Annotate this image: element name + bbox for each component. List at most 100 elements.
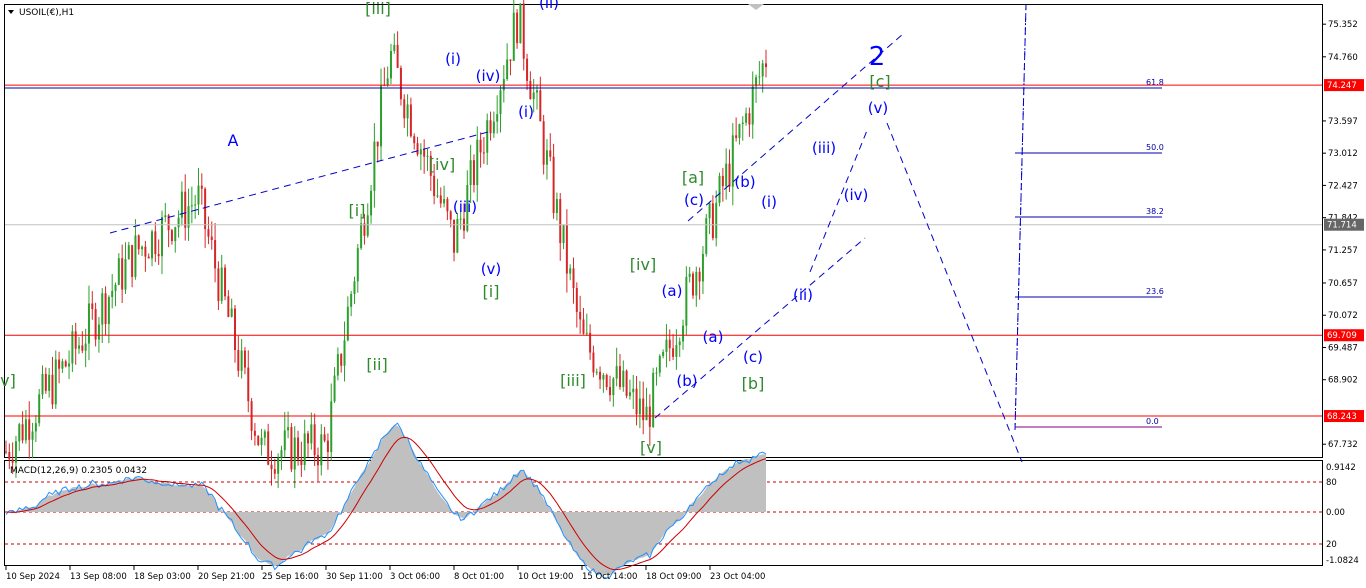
wave-label: A: [228, 131, 239, 150]
candle-body: [8, 451, 11, 460]
candle-body: [701, 253, 704, 282]
candle-body: [682, 325, 685, 342]
candle-body: [446, 199, 449, 212]
time-tick-label: 15 Oct 14:00: [582, 572, 637, 582]
wave-label: [i]: [483, 282, 500, 301]
candle-body: [678, 341, 681, 345]
wave-label: [iii]: [560, 371, 586, 390]
candle-body: [41, 373, 44, 395]
candle-body: [549, 150, 552, 157]
candle-body: [715, 202, 718, 239]
candle-body: [675, 344, 678, 357]
candle-body: [356, 248, 359, 282]
wave-label: (v): [868, 99, 889, 117]
price-tick-label: 71.257: [1328, 246, 1358, 256]
candle-body: [340, 354, 343, 366]
candle-body: [618, 366, 621, 387]
candle-body: [323, 434, 326, 441]
wave-label: [iv]: [630, 255, 656, 274]
candle-body: [522, 3, 525, 59]
time-tick-label: 30 Sep 11:00: [326, 572, 383, 582]
candle-body: [220, 267, 223, 301]
candle-body: [227, 296, 230, 317]
wave-label: (b): [734, 173, 755, 191]
candle-body: [416, 143, 419, 155]
time-tick-label: 23 Oct 04:00: [710, 572, 765, 582]
candle-body: [542, 121, 545, 165]
candle-body: [539, 90, 542, 122]
time-tick-label: 18 Oct 09:00: [646, 572, 701, 582]
candle-body: [599, 371, 602, 380]
wave-label: (ii): [539, 0, 559, 12]
candle-body: [237, 350, 240, 371]
wave-label: (iv): [476, 67, 501, 85]
candle-body: [695, 271, 698, 296]
candle-body: [635, 388, 638, 415]
candle-body: [399, 67, 402, 100]
candle-body: [267, 431, 270, 465]
candle-body: [705, 218, 708, 254]
candle-body: [592, 352, 595, 373]
candle-body: [190, 205, 193, 207]
candle-body: [151, 231, 154, 259]
macd-tick-label: 0.00: [1326, 508, 1345, 518]
candle-body: [170, 230, 173, 242]
candle-body: [224, 267, 227, 297]
candle-body: [738, 124, 741, 138]
candle-body: [84, 343, 87, 351]
candle-body: [214, 240, 217, 269]
time-tick-label: 10 Sep 2024: [6, 572, 60, 582]
candle-body: [443, 199, 446, 204]
candle-body: [87, 303, 90, 344]
candle-body: [735, 135, 738, 138]
candle-body: [210, 236, 213, 241]
fib-level-label: 61.8: [1146, 78, 1164, 87]
wave-label: [ii]: [366, 355, 387, 374]
candle-body: [336, 354, 339, 376]
candle-body: [290, 427, 293, 470]
candle-body: [559, 199, 562, 244]
candle-body: [536, 90, 539, 93]
candle-body: [579, 311, 582, 320]
candle-body: [419, 149, 422, 155]
candle-body: [366, 215, 369, 236]
candle-body: [403, 99, 406, 119]
candle-body: [160, 217, 163, 257]
candle-body: [436, 195, 439, 197]
candle-body: [449, 211, 452, 220]
candle-body: [24, 419, 27, 441]
wave-label: (ii): [793, 286, 813, 304]
candle-body: [316, 455, 319, 466]
candle-body: [111, 290, 114, 298]
time-tick-label: 25 Sep 16:00: [262, 572, 319, 582]
candle-body: [725, 163, 728, 187]
wave-label: (c): [743, 348, 763, 366]
candle-body: [476, 139, 479, 186]
candle-body: [761, 63, 764, 77]
candle-body: [350, 294, 353, 307]
candle-body: [293, 437, 296, 470]
candle-body: [11, 459, 14, 463]
candle-body: [486, 120, 489, 153]
candle-body: [61, 361, 64, 369]
price-badge-label: 71.714: [1327, 221, 1357, 231]
candle-body: [439, 195, 442, 204]
candle-body: [602, 374, 605, 380]
candle-body: [708, 203, 711, 219]
candle-body: [64, 361, 67, 367]
candle-body: [104, 293, 107, 325]
candle-body: [652, 372, 655, 427]
candle-body: [101, 293, 104, 325]
candle-body: [217, 268, 220, 301]
candle-body: [333, 375, 336, 402]
candle-body: [765, 63, 767, 67]
price-badge-label: 68.243: [1327, 412, 1357, 422]
candle-body: [711, 203, 714, 239]
macd-label: MACD(12,26,9) 0.2305 0.0432: [10, 466, 147, 476]
wave-label: (c): [684, 191, 704, 209]
wave-label: (iv): [844, 186, 869, 204]
fib-level-label: 50.0: [1146, 143, 1164, 152]
candle-body: [423, 149, 426, 157]
candle-body: [303, 433, 306, 465]
candle-body: [668, 339, 671, 349]
